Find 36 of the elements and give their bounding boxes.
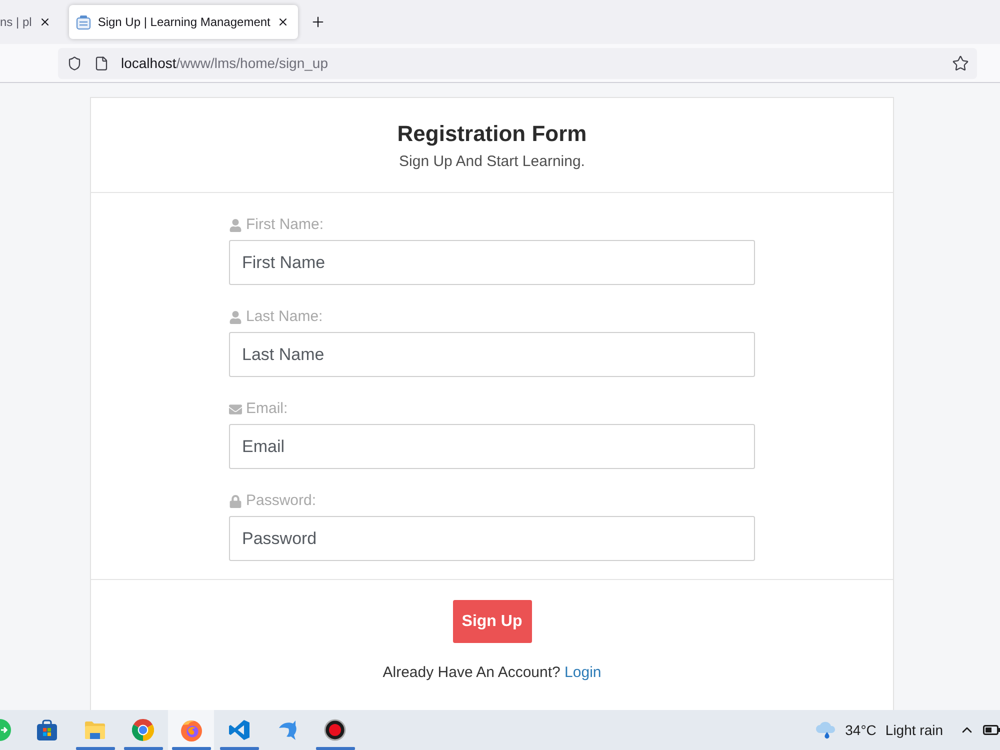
form-subtitle: Sign Up And Start Learning.: [399, 152, 585, 172]
dolphin-icon: [276, 719, 298, 741]
lock-icon: [229, 494, 242, 508]
input-field[interactable]: First Name: [229, 240, 755, 285]
temperature-text: 34°C: [845, 722, 876, 738]
page-icon[interactable]: [94, 56, 109, 70]
input-field[interactable]: Password: [229, 516, 755, 561]
ribbon-logo-icon: [228, 719, 250, 741]
close-icon[interactable]: [277, 16, 290, 28]
form-title: Registration Form: [397, 120, 587, 148]
record-icon: [324, 719, 346, 741]
field-label: Last Name:: [246, 307, 323, 327]
swirl-circle-icon: [180, 718, 202, 742]
shield-icon[interactable]: [67, 56, 82, 70]
field-label: Password:: [246, 491, 316, 511]
user-icon: [229, 218, 242, 232]
round-logo-icon: [132, 719, 154, 741]
account-prompt: Already Have An Account? Login: [382, 663, 602, 683]
envelope-icon: [229, 402, 242, 416]
sign-up-button[interactable]: Sign Up: [452, 600, 532, 643]
browser-tab[interactable]: Sign Up | Learning Management: [68, 5, 298, 39]
clipboard-icon: [76, 14, 91, 30]
input-field[interactable]: Last Name: [229, 332, 755, 377]
field-label: First Name:: [246, 215, 324, 235]
browser-tab[interactable]: ns | pl: [0, 5, 57, 39]
user-icon: [229, 310, 242, 324]
shopping-bag-icon: [36, 719, 58, 741]
field-label: Email:: [246, 399, 288, 419]
login-link[interactable]: Login: [564, 664, 602, 681]
folder-icon: [84, 720, 106, 740]
weather-text: Light rain: [885, 722, 943, 738]
close-icon[interactable]: [38, 16, 51, 28]
input-field[interactable]: Email: [229, 424, 755, 469]
rain-cloud-icon: [815, 720, 838, 740]
star-icon[interactable]: [952, 54, 969, 72]
battery-icon[interactable]: [983, 725, 1000, 735]
